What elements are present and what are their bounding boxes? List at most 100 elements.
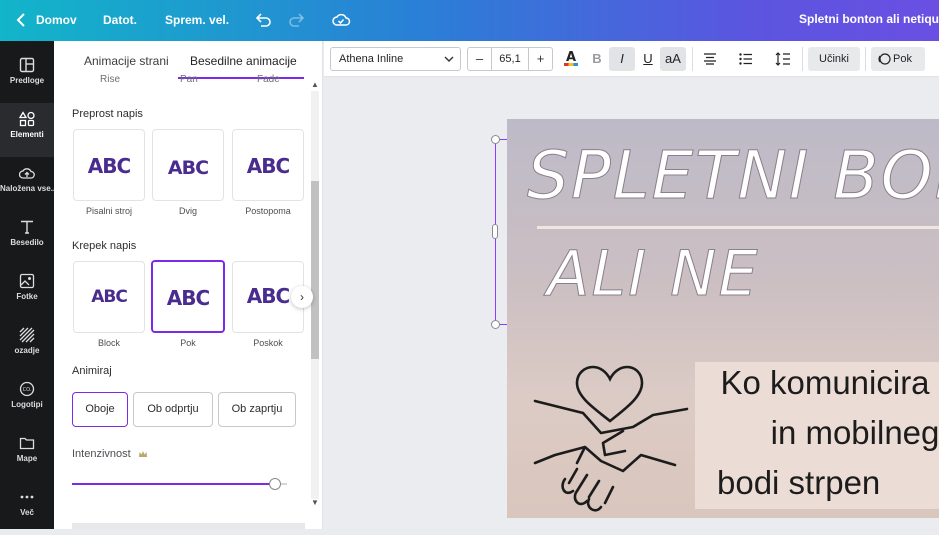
tab-text-animations[interactable]: Besedilne animacije xyxy=(190,54,297,68)
scroll-down-arrow[interactable]: ▼ xyxy=(311,499,319,507)
sidebar-item-label: Fotke xyxy=(16,292,38,301)
sidebar-item-elements[interactable]: Elementi xyxy=(0,103,54,157)
sidebar-item-uploads[interactable]: Naložena vse... xyxy=(0,157,54,211)
section-title-bold: Krepek napis xyxy=(72,240,137,252)
animate-on-enter-button[interactable]: Ob odprtju xyxy=(133,392,213,427)
handshake-heart-icon[interactable] xyxy=(525,351,695,518)
tile-preview: ABC xyxy=(246,154,290,178)
home-button[interactable]: Domov xyxy=(36,12,77,28)
cloud-saved-icon[interactable] xyxy=(331,10,351,30)
animation-label-rise[interactable]: Rise xyxy=(100,74,120,85)
animation-label-pan[interactable]: Pan xyxy=(180,74,198,85)
tile-label-gradual: Postopoma xyxy=(245,206,291,216)
underline-button[interactable]: U xyxy=(635,47,661,71)
slide-body-line3[interactable]: bodi strpen xyxy=(717,464,939,502)
scroll-thumb[interactable] xyxy=(311,181,319,359)
text-color-icon: A xyxy=(564,50,578,66)
list-button[interactable] xyxy=(733,47,759,71)
sidebar-item-templates[interactable]: Predloge xyxy=(0,49,54,103)
top-bar: Domov Datot. Sprem. vel. Spletni bonton … xyxy=(0,0,939,41)
animate-both-button[interactable]: Oboje xyxy=(72,392,128,427)
carousel-next-button[interactable]: › xyxy=(291,286,313,308)
chevron-down-icon xyxy=(444,56,454,62)
more-icon xyxy=(20,495,34,499)
file-menu-button[interactable]: Datot. xyxy=(103,12,137,28)
sidebar-item-label: Elementi xyxy=(10,130,44,139)
svg-text:CO.: CO. xyxy=(23,387,32,393)
font-size-increase-button[interactable]: + xyxy=(528,48,552,70)
logo-icon: CO. xyxy=(19,381,35,397)
resize-handle-bottom-left[interactable] xyxy=(491,320,500,329)
chevron-left-icon[interactable] xyxy=(12,10,32,30)
font-family-select[interactable]: Athena Inline xyxy=(330,47,461,71)
spacing-icon xyxy=(775,52,790,66)
sidebar-item-more[interactable]: Več xyxy=(0,481,54,535)
background-icon xyxy=(19,327,35,343)
align-center-icon xyxy=(704,53,716,65)
chevron-right-icon: › xyxy=(300,290,304,304)
effects-button[interactable]: Učinki xyxy=(808,47,860,71)
sidebar-item-label: Naložena vse... xyxy=(0,184,54,193)
sidebar-item-text[interactable]: Besedilo xyxy=(0,211,54,265)
document-title[interactable]: Spletni bonton ali netiquette xyxy=(799,12,939,26)
font-size-input[interactable]: 65,1 xyxy=(492,48,528,70)
animation-panel: Animacije strani Besedilne animacije Ris… xyxy=(54,41,323,529)
sidebar-item-label: Besedilo xyxy=(10,238,44,247)
intensity-slider-fill[interactable] xyxy=(72,483,275,485)
tile-preview: ABC xyxy=(87,154,131,178)
intensity-slider-handle[interactable] xyxy=(269,478,281,490)
sidebar-item-label: Predloge xyxy=(9,76,45,85)
resize-button[interactable]: Sprem. vel. xyxy=(165,12,229,28)
text-icon xyxy=(21,220,33,234)
animation-tile-pop[interactable]: ABC xyxy=(151,260,225,333)
animate-on-exit-button[interactable]: Ob zaprtju xyxy=(218,392,296,427)
font-family-value: Athena Inline xyxy=(339,53,404,65)
sidebar-item-label: Logotipi xyxy=(11,400,43,409)
undo-icon[interactable] xyxy=(253,10,273,30)
sidebar-item-logos[interactable]: CO. Logotipi xyxy=(0,373,54,427)
animation-label-fade[interactable]: Fade xyxy=(257,74,280,85)
animation-tile-rise[interactable]: ABC xyxy=(152,129,224,201)
bold-button[interactable]: B xyxy=(584,47,610,71)
text-color-button[interactable]: A xyxy=(558,47,584,71)
crown-icon xyxy=(139,451,147,457)
spacing-button[interactable] xyxy=(770,47,796,71)
canvas-area[interactable]: SPLETNI BONTON ALI NE Ko komunicira in m… xyxy=(324,78,939,529)
sidebar-item-folders[interactable]: Mape xyxy=(0,427,54,481)
slide-body-line2[interactable]: in mobilneg xyxy=(725,414,939,452)
toolbar-divider xyxy=(865,47,866,71)
svg-text:A: A xyxy=(566,50,576,65)
scroll-up-arrow[interactable]: ▲ xyxy=(311,81,319,89)
design-slide[interactable]: SPLETNI BONTON ALI NE Ko komunicira in m… xyxy=(507,119,939,518)
animate-icon xyxy=(878,53,891,65)
animation-tile-block[interactable]: ABC xyxy=(73,261,145,333)
section-title-simple: Preprost napis xyxy=(72,108,143,120)
redo-icon[interactable] xyxy=(287,10,307,30)
animation-tile-typewriter[interactable]: ABC xyxy=(73,129,145,201)
slide-body-line1[interactable]: Ko komunicira xyxy=(695,364,939,402)
font-size-decrease-button[interactable]: – xyxy=(468,48,492,70)
align-center-button[interactable] xyxy=(697,47,723,71)
panel-footer-bar xyxy=(72,523,305,529)
slide-title-line2[interactable]: ALI NE xyxy=(547,237,760,311)
resize-handle-top-left[interactable] xyxy=(491,135,500,144)
tile-preview: ABC xyxy=(91,287,128,307)
sidebar-item-label: Mape xyxy=(16,454,38,463)
animate-button[interactable]: Pok xyxy=(871,47,925,71)
slide-divider-line[interactable] xyxy=(537,226,939,229)
sidebar-item-background[interactable]: ozadje xyxy=(0,319,54,373)
animation-tile-gradual[interactable]: ABC xyxy=(232,129,304,201)
tab-page-animations[interactable]: Animacije strani xyxy=(84,54,169,68)
sidebar-item-photos[interactable]: Fotke xyxy=(0,265,54,319)
animate-button-label: Pok xyxy=(893,53,912,65)
slide-text-box[interactable]: Ko komunicira in mobilneg bodi strpen xyxy=(695,362,939,509)
resize-handle-left[interactable] xyxy=(492,224,498,239)
toolbar-divider xyxy=(692,47,693,71)
intensity-label: Intenzivnost xyxy=(72,448,131,460)
tile-preview: ABC xyxy=(167,157,209,179)
italic-button[interactable]: I xyxy=(609,47,635,71)
panel-tabs: Animacije strani Besedilne animacije Ris… xyxy=(54,41,314,85)
sidebar-item-label: ozadje xyxy=(14,346,40,355)
letter-case-button[interactable]: aA xyxy=(660,47,686,71)
slide-title-line1[interactable]: SPLETNI BONTON xyxy=(527,137,939,215)
